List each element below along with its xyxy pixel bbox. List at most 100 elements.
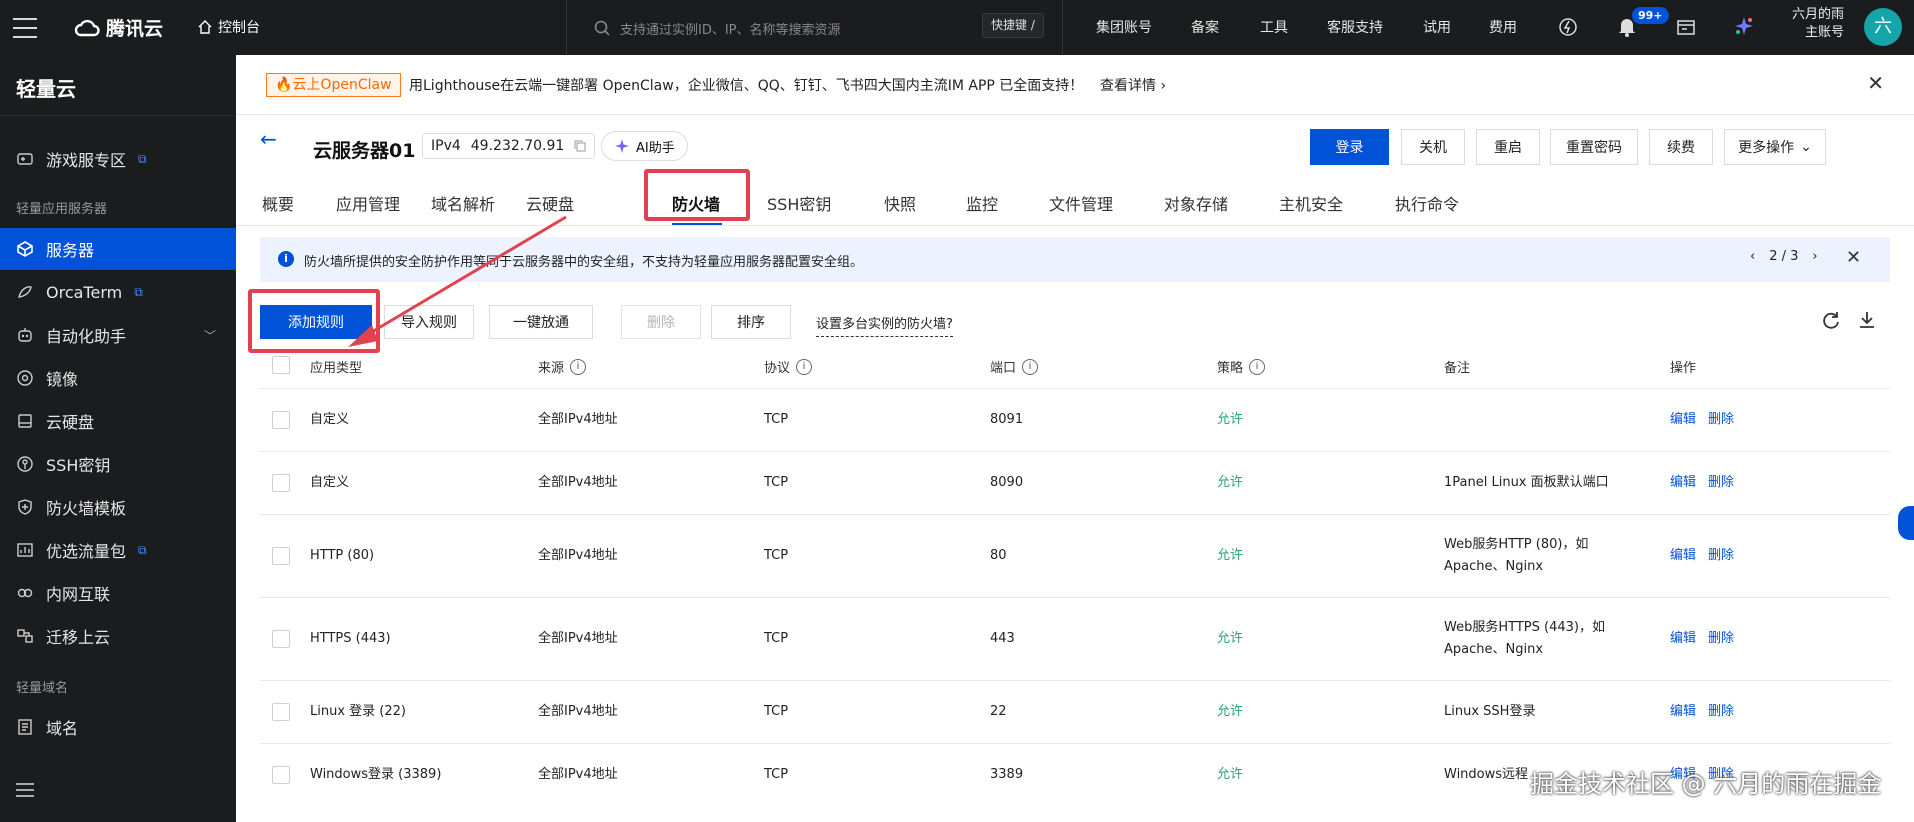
close-icon[interactable]: ✕: [1867, 71, 1884, 95]
delete-link[interactable]: 删除: [1708, 545, 1734, 567]
row-checkbox[interactable]: [272, 411, 290, 429]
more-actions-button[interactable]: 更多操作 ⌄: [1724, 129, 1826, 165]
sidebar-item-server[interactable]: 服务器: [0, 228, 236, 270]
link-support[interactable]: 客服支持: [1327, 17, 1383, 37]
delete-button[interactable]: 删除: [621, 305, 701, 339]
delete-link[interactable]: 删除: [1708, 628, 1734, 650]
row-checkbox[interactable]: [272, 703, 290, 721]
side-collapse-tab[interactable]: [1898, 506, 1914, 540]
collapse-menu-icon[interactable]: [16, 783, 34, 799]
tab-disk[interactable]: 云硬盘: [526, 191, 574, 215]
sidebar-item-game[interactable]: 游戏服专区 ⧉: [0, 138, 236, 180]
divider: [0, 115, 236, 116]
ai-assistant-button[interactable]: AI助手: [601, 131, 688, 161]
link-trial[interactable]: 试用: [1423, 17, 1451, 37]
edit-link[interactable]: 编辑: [1670, 628, 1696, 650]
cell-source: 全部IPv4地址: [538, 767, 618, 782]
link-billing[interactable]: 费用: [1489, 17, 1517, 37]
edit-link[interactable]: 编辑: [1670, 409, 1696, 431]
delete-link[interactable]: 删除: [1708, 472, 1734, 494]
edit-link[interactable]: 编辑: [1670, 472, 1696, 494]
help-icon[interactable]: i: [570, 358, 587, 375]
game-icon: [17, 153, 33, 165]
import-rule-button[interactable]: 导入规则: [384, 305, 474, 339]
disk-icon: [18, 414, 32, 428]
chevron-left-icon[interactable]: ‹: [1750, 249, 1755, 264]
renew-button[interactable]: 续费: [1649, 129, 1713, 165]
sidebar-item-domain[interactable]: 域名: [0, 706, 236, 748]
tab-host-security[interactable]: 主机安全: [1279, 191, 1343, 215]
add-rule-button[interactable]: 添加规则: [260, 305, 372, 339]
sidebar-item-ssh[interactable]: SSH密钥: [0, 443, 236, 485]
tab-files[interactable]: 文件管理: [1049, 191, 1113, 215]
table-row: HTTPS (443) 全部IPv4地址 TCP 443 允许 Web服务HTT…: [260, 598, 1890, 681]
select-all-checkbox[interactable]: [272, 356, 290, 374]
link-beian[interactable]: 备案: [1191, 17, 1219, 37]
ai-label: AI助手: [636, 140, 675, 156]
allow-all-label: 一键放通: [513, 315, 569, 331]
edit-link[interactable]: 编辑: [1670, 701, 1696, 723]
row-checkbox[interactable]: [272, 630, 290, 648]
col-label: 端口: [990, 361, 1017, 376]
sidebar-item-image[interactable]: 镜像: [0, 357, 236, 399]
close-icon[interactable]: ✕: [1846, 247, 1861, 268]
help-icon[interactable]: i: [1249, 358, 1266, 375]
tab-object-storage[interactable]: 对象存储: [1164, 191, 1228, 215]
sidebar-item-migrate[interactable]: 迁移上云: [0, 615, 236, 657]
link-group-account[interactable]: 集团账号: [1096, 17, 1152, 37]
refresh-icon[interactable]: [1820, 309, 1842, 331]
tab-overview[interactable]: 概要: [262, 191, 294, 215]
reset-password-button[interactable]: 重置密码: [1550, 129, 1638, 165]
restart-button[interactable]: 重启: [1476, 129, 1540, 165]
tab-apps[interactable]: 应用管理: [336, 191, 400, 215]
tab-exec-command[interactable]: 执行命令: [1395, 191, 1459, 215]
login-button[interactable]: 登录: [1310, 129, 1389, 165]
cell-port: 22: [990, 704, 1007, 719]
download-icon[interactable]: [1856, 309, 1878, 331]
sidebar-item-automation[interactable]: 自动化助手 ﹀: [0, 314, 236, 356]
user-info[interactable]: 六月的雨 主账号: [1792, 6, 1844, 42]
tab-snapshot[interactable]: 快照: [884, 191, 916, 215]
shutdown-button[interactable]: 关机: [1401, 129, 1465, 165]
table-header: 应用类型 来源 i 协议 i 端口 i 策略 i 备注 操作: [260, 343, 1890, 389]
allow-all-button[interactable]: 一键放通: [489, 305, 593, 339]
console-link[interactable]: 控制台: [198, 17, 260, 37]
delete-link[interactable]: 删除: [1708, 701, 1734, 723]
tab-firewall[interactable]: 防火墙: [672, 191, 720, 215]
cell-note: 1Panel Linux 面板默认端口: [1444, 475, 1609, 490]
sort-button[interactable]: 排序: [711, 305, 791, 339]
link-tools[interactable]: 工具: [1260, 17, 1288, 37]
tab-ssh[interactable]: SSH密钥: [767, 191, 831, 215]
back-arrow-icon[interactable]: ←: [260, 127, 277, 151]
row-checkbox[interactable]: [272, 474, 290, 492]
sidebar-item-intranet[interactable]: 内网互联: [0, 572, 236, 614]
tab-monitor[interactable]: 监控: [966, 191, 998, 215]
sidebar-item-traffic[interactable]: 优选流量包 ⧉: [0, 529, 236, 571]
edit-link[interactable]: 编辑: [1670, 545, 1696, 567]
top-bar: 腾讯云 控制台 支持通过实例ID、IP、名称等搜索资源 快捷键 / 集团账号 备…: [0, 0, 1914, 55]
cell-protocol: TCP: [764, 548, 789, 563]
help-icon[interactable]: i: [1022, 358, 1039, 375]
sidebar-item-firewall-template[interactable]: 防火墙模板: [0, 486, 236, 528]
menu-icon[interactable]: [13, 18, 37, 38]
brand-logo[interactable]: 腾讯云: [74, 14, 163, 41]
copy-icon[interactable]: [574, 140, 586, 152]
tab-dns[interactable]: 域名解析: [431, 191, 495, 215]
ticket-icon[interactable]: [1676, 17, 1696, 37]
row-checkbox[interactable]: [272, 766, 290, 784]
multi-instance-firewall-link[interactable]: 设置多台实例的防火墙?: [816, 313, 953, 337]
sidebar-group-label: 轻量域名: [16, 681, 69, 696]
notice-detail-link[interactable]: 查看详情 ›: [1100, 75, 1166, 95]
col-label: 来源: [538, 361, 565, 376]
sidebar-item-disk[interactable]: 云硬盘: [0, 400, 236, 442]
avatar[interactable]: 六: [1864, 8, 1902, 46]
active-tab-indicator: [672, 223, 722, 225]
table-row: 自定义 全部IPv4地址 TCP 8090 允许 1Panel Linux 面板…: [260, 452, 1890, 515]
ai-assistant-icon[interactable]: [1733, 15, 1755, 37]
delete-link[interactable]: 删除: [1708, 409, 1734, 431]
chevron-right-icon[interactable]: ›: [1812, 249, 1817, 264]
lightning-icon[interactable]: [1558, 17, 1578, 37]
help-icon[interactable]: i: [796, 358, 813, 375]
sidebar-item-orcaterm[interactable]: OrcaTerm ⧉: [0, 271, 236, 313]
row-checkbox[interactable]: [272, 547, 290, 565]
